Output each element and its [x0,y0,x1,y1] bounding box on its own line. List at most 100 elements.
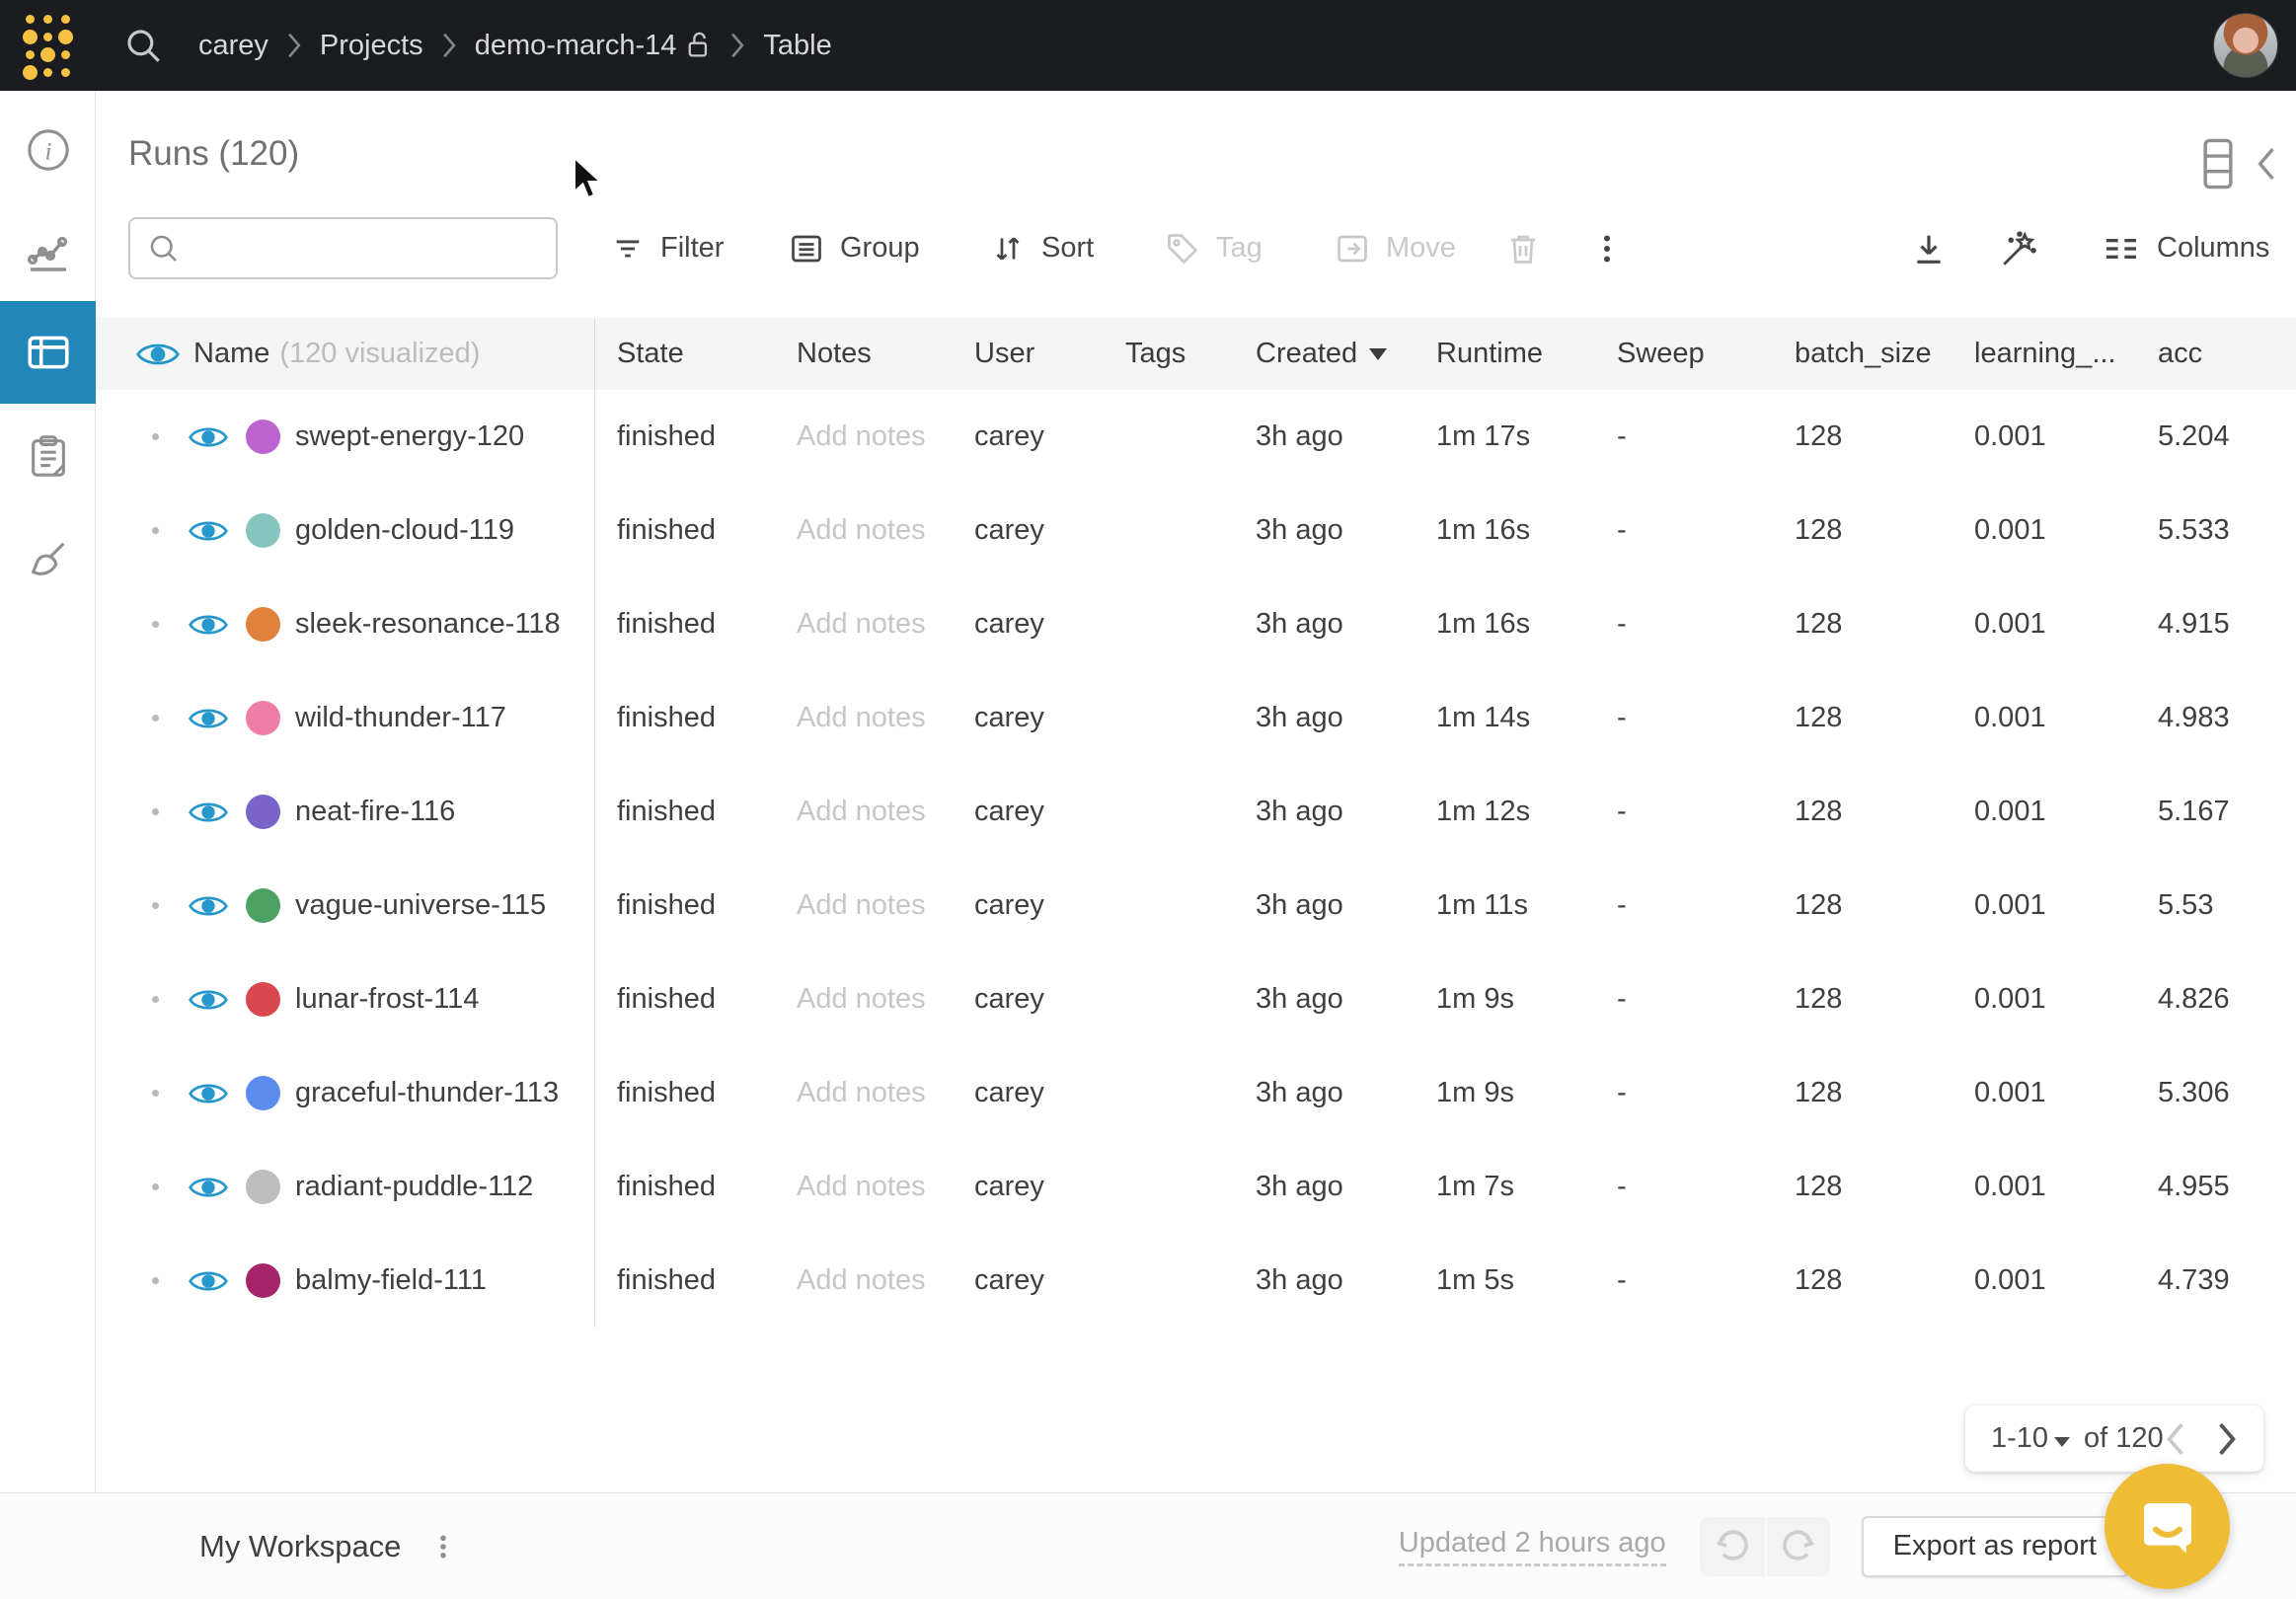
run-name-link[interactable]: wild-thunder-117 [295,702,506,734]
drag-handle[interactable] [152,1277,159,1284]
delete-button[interactable] [1505,217,1541,279]
group-button[interactable]: Group [789,217,920,279]
redo-button[interactable] [1765,1517,1830,1576]
column-header-learning-rate[interactable]: learning_... [1952,318,2136,390]
column-header-tags[interactable]: Tags [1104,318,1234,390]
column-header-notes[interactable]: Notes [775,318,953,390]
tag-button[interactable]: Tag [1165,217,1263,279]
run-notes-placeholder[interactable]: Add notes [775,1234,953,1328]
magic-wand-button[interactable] [1999,217,2040,279]
sidebar-item-workspace[interactable] [0,200,96,303]
run-learning-rate: 0.001 [1952,859,2136,952]
sidebar-item-runs-table[interactable] [0,301,96,404]
run-name-link[interactable]: golden-cloud-119 [295,514,514,547]
pagination-dropdown-icon[interactable] [2054,1437,2070,1447]
drag-handle[interactable] [152,433,159,440]
table-row[interactable]: wild-thunder-117 finished Add notes care… [96,671,2296,765]
column-header-batch-size[interactable]: batch_size [1773,318,1952,390]
sidebar-item-sweeps[interactable] [0,509,96,612]
next-page-button[interactable] [2216,1422,2238,1456]
table-row[interactable]: balmy-field-111 finished Add notes carey… [96,1234,2296,1328]
drag-handle[interactable] [152,902,159,909]
run-notes-placeholder[interactable]: Add notes [775,390,953,484]
run-notes-placeholder[interactable]: Add notes [775,1140,953,1234]
workspace-menu-button[interactable] [428,1527,458,1566]
download-button[interactable] [1909,217,1949,279]
drag-handle[interactable] [152,996,159,1003]
global-search-button[interactable] [114,25,173,66]
column-header-acc[interactable]: acc [2136,318,2296,390]
drag-handle[interactable] [152,527,159,534]
breadcrumb-projects[interactable]: Projects [320,30,423,62]
workspace-title[interactable]: My Workspace [199,1529,401,1564]
run-notes-placeholder[interactable]: Add notes [775,1046,953,1140]
table-row[interactable]: sleek-resonance-118 finished Add notes c… [96,577,2296,671]
drag-handle[interactable] [152,1090,159,1097]
table-row[interactable]: vague-universe-115 finished Add notes ca… [96,859,2296,952]
sidebar-item-overview[interactable]: i [0,99,96,201]
run-name-link[interactable]: radiant-puddle-112 [295,1171,533,1203]
collapse-chevron-icon[interactable] [2255,147,2278,181]
run-name-link[interactable]: sleek-resonance-118 [295,608,561,641]
eye-icon[interactable] [136,339,180,370]
breadcrumb-entity[interactable]: carey [198,30,268,62]
column-header-name[interactable]: Name (120 visualized) [96,318,595,390]
run-notes-placeholder[interactable]: Add notes [775,577,953,671]
wandb-logo[interactable] [0,0,96,91]
visibility-eye-button[interactable] [189,516,228,546]
run-name-link[interactable]: swept-energy-120 [295,420,524,453]
drag-handle[interactable] [152,1183,159,1190]
drag-handle[interactable] [152,621,159,628]
drag-handle[interactable] [152,715,159,722]
column-header-created[interactable]: Created [1234,318,1415,390]
table-row[interactable]: radiant-puddle-112 finished Add notes ca… [96,1140,2296,1234]
support-chat-button[interactable] [2105,1464,2230,1589]
run-name-link[interactable]: graceful-thunder-113 [295,1077,559,1109]
visibility-eye-button[interactable] [189,798,228,827]
run-name-link[interactable]: neat-fire-116 [295,796,455,828]
run-name-link[interactable]: balmy-field-111 [295,1264,487,1297]
table-row[interactable]: neat-fire-116 finished Add notes carey 3… [96,765,2296,859]
table-row[interactable]: swept-energy-120 finished Add notes care… [96,390,2296,484]
filter-button[interactable]: Filter [611,217,724,279]
undo-button[interactable] [1700,1517,1765,1576]
run-notes-placeholder[interactable]: Add notes [775,484,953,577]
updated-timestamp[interactable]: Updated 2 hours ago [1399,1527,1666,1566]
visibility-eye-button[interactable] [189,985,228,1015]
user-avatar[interactable] [2213,13,2278,78]
column-header-sweep[interactable]: Sweep [1595,318,1773,390]
table-row[interactable]: golden-cloud-119 finished Add notes care… [96,484,2296,577]
column-header-runtime[interactable]: Runtime [1415,318,1595,390]
visibility-eye-button[interactable] [189,422,228,452]
visibility-eye-button[interactable] [189,1173,228,1202]
pagination-range[interactable]: 1-10 [1991,1422,2048,1455]
run-notes-placeholder[interactable]: Add notes [775,952,953,1046]
breadcrumb-project[interactable]: demo-march-14 [475,30,677,62]
run-notes-placeholder[interactable]: Add notes [775,671,953,765]
run-name-link[interactable]: vague-universe-115 [295,889,546,922]
table-row[interactable]: graceful-thunder-113 finished Add notes … [96,1046,2296,1140]
run-notes-placeholder[interactable]: Add notes [775,765,953,859]
columns-button[interactable]: Columns [2102,217,2269,279]
visibility-eye-button[interactable] [189,610,228,640]
sidebar-item-logs[interactable] [0,405,96,507]
column-header-user[interactable]: User [953,318,1104,390]
visibility-eye-button[interactable] [189,891,228,921]
move-button[interactable]: Move [1335,217,1456,279]
table-row[interactable]: lunar-frost-114 finished Add notes carey… [96,952,2296,1046]
visibility-eye-button[interactable] [189,1079,228,1108]
more-actions-button[interactable] [1589,217,1625,279]
visibility-eye-button[interactable] [189,1266,228,1296]
visibility-eye-button[interactable] [189,704,228,733]
panel-layout-icon[interactable] [2203,138,2233,190]
previous-page-button[interactable] [2165,1422,2186,1456]
runs-search-box[interactable] [128,217,558,279]
sort-button[interactable]: Sort [990,217,1094,279]
run-name-link[interactable]: lunar-frost-114 [295,983,479,1016]
run-notes-placeholder[interactable]: Add notes [775,859,953,952]
drag-handle[interactable] [152,808,159,815]
column-header-state[interactable]: State [595,318,775,390]
export-as-report-button[interactable]: Export as report [1862,1516,2128,1577]
runs-search-input[interactable] [193,233,549,265]
breadcrumb-page[interactable]: Table [763,30,831,62]
